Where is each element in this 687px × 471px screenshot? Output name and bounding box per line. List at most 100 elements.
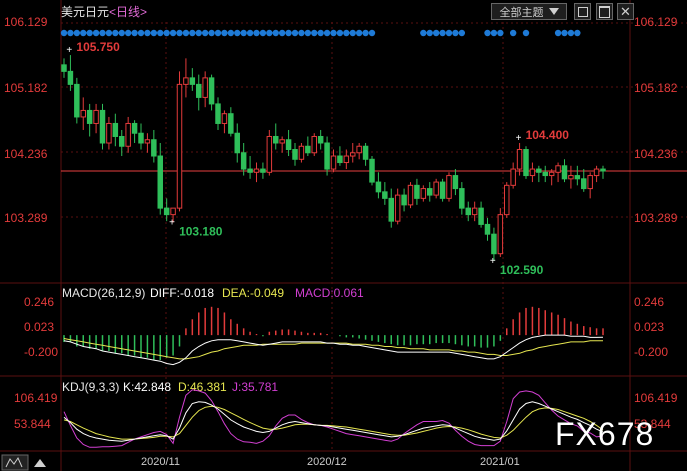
signal-dot [291, 29, 299, 37]
candle-body [568, 175, 574, 180]
window-restore-icon [577, 6, 588, 17]
candle-body [93, 109, 99, 124]
signal-dot [439, 29, 446, 37]
candle-body [362, 145, 369, 160]
candle-body [208, 77, 215, 105]
chart-window: 美元日元 <日线> +105.750 +103.180 +104.400 +102.5… [0, 0, 687, 471]
signal-dot [278, 29, 286, 37]
signal-dot [497, 29, 504, 37]
signal-dot [99, 29, 106, 37]
kdj-k: K:42.848 [123, 380, 171, 394]
candle-body [420, 188, 427, 199]
theme-label: 全部主题 [499, 6, 544, 19]
theme-dropdown[interactable]: 全部主题 [491, 3, 567, 20]
price-tick-left: 104.236 [4, 147, 48, 161]
window-restore-button[interactable] [574, 3, 591, 20]
chart-canvas: 美元日元 <日线> +105.750 +103.180 + 104.400 +102.5… [0, 0, 687, 471]
macd-value: MACD:0.061 [295, 286, 364, 300]
signal-dot [92, 29, 100, 37]
annotation-label: 104.400 [526, 128, 570, 142]
signal-dot [285, 29, 292, 37]
signal-dot [561, 29, 568, 37]
price-tick-right: 103.289 [634, 211, 678, 225]
candle-body [311, 135, 317, 154]
candle-body [196, 83, 202, 98]
candle-body [253, 168, 260, 173]
signal-dot [362, 29, 369, 37]
candle-body [292, 149, 298, 160]
candle-body [337, 155, 343, 164]
candle-body [74, 83, 80, 118]
signal-dot [452, 29, 459, 37]
candle-body [298, 145, 305, 160]
signal-dot [112, 29, 119, 37]
candle-body [279, 139, 285, 144]
signal-dot [330, 29, 337, 37]
signal-dot [266, 29, 273, 37]
annotation-label: 105.750 [76, 40, 120, 54]
signal-dot [355, 29, 363, 37]
window-close-button[interactable]: ✕ [617, 3, 634, 20]
candle-body [388, 197, 394, 222]
candle-body [170, 207, 176, 216]
candle-body [119, 135, 125, 147]
candle-body [587, 175, 593, 190]
candle-body [144, 139, 151, 144]
chart-title: 美元日元 [61, 5, 109, 19]
candle-body [305, 145, 311, 154]
kdj-j: J:35.781 [232, 380, 278, 394]
candle-body [510, 168, 516, 186]
candle-body [465, 207, 471, 216]
candle-body [407, 184, 414, 206]
signal-dot [201, 29, 209, 37]
candle-body [221, 113, 228, 124]
signal-dot [311, 29, 318, 37]
macd-tick-left: 0.023 [24, 320, 54, 334]
candle-body [343, 155, 350, 164]
signal-dot [157, 29, 164, 37]
candle-body [471, 207, 478, 216]
signal-dot [86, 29, 93, 37]
signal-dot [259, 29, 267, 37]
candle-body [536, 168, 542, 173]
candle-body [516, 149, 523, 170]
candle-body [67, 70, 74, 85]
signal-dot [484, 29, 491, 37]
candle-body [112, 122, 119, 137]
signal-dot [73, 29, 81, 37]
kdj-d-line [63, 405, 604, 440]
signal-dot [343, 29, 350, 37]
candle-body [497, 214, 504, 255]
kdj-tick-left: 53.844 [14, 417, 51, 431]
candle-body [138, 132, 144, 144]
signal-dot [189, 29, 196, 37]
candle-body [163, 207, 170, 216]
annotation-marker: + [66, 45, 72, 56]
candle-body [330, 155, 337, 170]
candle-body [548, 171, 555, 177]
window-maximize-button[interactable] [596, 3, 613, 20]
candle-body [452, 175, 459, 190]
candle-body [375, 181, 382, 193]
candle-body [273, 135, 279, 144]
candle-body [542, 171, 548, 177]
grid-lines [0, 0, 687, 471]
candle-body [427, 188, 433, 196]
macd-tick-right: 0.246 [634, 295, 664, 309]
date-axis: 2020/11 2020/12 2021/01 [141, 456, 520, 468]
date-tick: 2020/11 [141, 456, 180, 468]
triangle-up-icon[interactable] [34, 459, 46, 467]
macd-tick-left: 0.246 [24, 295, 54, 309]
triangle-down-icon [548, 8, 559, 15]
period-label[interactable]: <日线> [109, 5, 147, 19]
candle-body [125, 122, 131, 147]
signal-dot [182, 29, 190, 37]
signal-dot [150, 29, 158, 37]
kdj-tick-left: 106.419 [14, 391, 58, 405]
signal-dot [67, 29, 74, 37]
signal-dot [458, 29, 466, 37]
macd-diff: DIFF:-0.018 [150, 286, 214, 300]
date-tick: 2021/01 [480, 456, 520, 468]
candle-body [459, 188, 465, 209]
candle-body [439, 181, 446, 199]
